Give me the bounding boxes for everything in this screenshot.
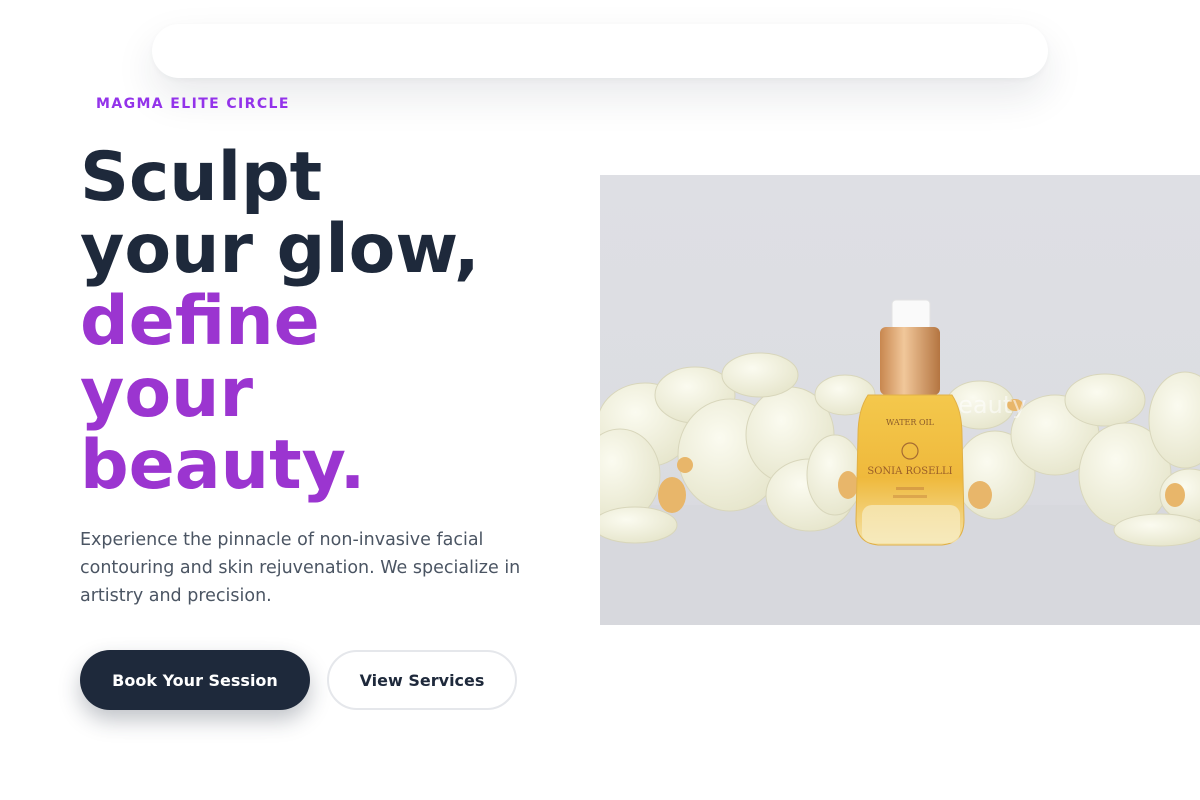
landing-page: MAGMA ELITE CIRCLE Sculpt your glow, def…	[0, 0, 1200, 800]
view-services-button[interactable]: View Services	[327, 650, 517, 710]
eyebrow-label: MAGMA ELITE CIRCLE	[96, 96, 290, 112]
hero-intro: Experience the pinnacle of non-invasive …	[80, 530, 521, 606]
hero-headline: Sculpt your glow, define your beauty.	[80, 142, 560, 502]
headline-line-5: beauty.	[80, 426, 366, 505]
headline-line-3: define	[80, 282, 320, 361]
bottle-label-top: WATER OIL	[886, 418, 935, 427]
product-photo: laya.beauty WATER OIL SONIA ROSELLI	[600, 175, 1200, 625]
book-session-button[interactable]: Book Your Session	[80, 650, 310, 710]
bottle-label-brand: SONIA ROSELLI	[867, 466, 952, 477]
product-photo-illustration: laya.beauty WATER OIL SONIA ROSELLI	[600, 299, 1200, 625]
headline-line-1: Sculpt	[80, 138, 323, 217]
serum-bottle: WATER OIL SONIA ROSELLI	[855, 299, 965, 546]
headline-line-4: your	[80, 354, 253, 433]
headline-line-2: your glow,	[80, 210, 480, 289]
navigation-bar	[152, 24, 1048, 78]
